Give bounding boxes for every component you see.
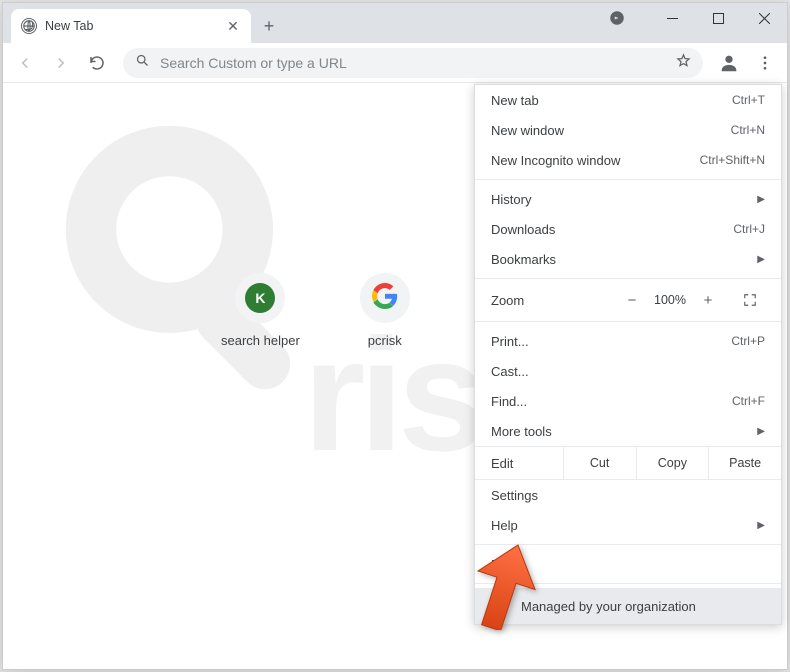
shortcut-icon: K bbox=[235, 273, 285, 323]
new-tab-button[interactable]: + bbox=[255, 12, 283, 40]
forward-button[interactable] bbox=[45, 47, 77, 79]
search-icon bbox=[135, 53, 150, 73]
shortcut-pcrisk[interactable]: pcrisk bbox=[360, 273, 410, 348]
chevron-right-icon: ▶ bbox=[757, 194, 765, 205]
menu-print[interactable]: Print...Ctrl+P bbox=[475, 326, 781, 356]
chevron-right-icon: ▶ bbox=[757, 426, 765, 437]
chrome-menu-button[interactable] bbox=[749, 47, 781, 79]
minimize-button[interactable] bbox=[649, 3, 695, 33]
edit-copy-button[interactable]: Copy bbox=[636, 447, 709, 479]
menu-cast[interactable]: Cast... bbox=[475, 356, 781, 386]
close-tab-button[interactable]: ✕ bbox=[225, 18, 241, 34]
shortcut-label: pcrisk bbox=[368, 333, 402, 348]
menu-zoom: Zoom − 100% + bbox=[475, 283, 781, 317]
ntp-shortcuts: K search helper pcrisk bbox=[221, 273, 410, 348]
zoom-value: 100% bbox=[647, 293, 693, 307]
menu-history[interactable]: History▶ bbox=[475, 184, 781, 214]
menu-downloads[interactable]: DownloadsCtrl+J bbox=[475, 214, 781, 244]
close-window-button[interactable] bbox=[741, 3, 787, 33]
reload-button[interactable] bbox=[81, 47, 113, 79]
omnibox-placeholder: Search Custom or type a URL bbox=[160, 55, 666, 71]
menu-find[interactable]: Find...Ctrl+F bbox=[475, 386, 781, 416]
shortcut-search-helper[interactable]: K search helper bbox=[221, 273, 300, 348]
bookmark-star-icon[interactable] bbox=[676, 53, 691, 73]
chrome-menu: New tabCtrl+T New windowCtrl+N New Incog… bbox=[474, 84, 782, 625]
shortcut-label: search helper bbox=[221, 333, 300, 348]
menu-exit[interactable]: Exit bbox=[475, 549, 781, 579]
zoom-out-button[interactable]: − bbox=[617, 287, 647, 313]
building-icon bbox=[491, 597, 507, 616]
toolbar: Search Custom or type a URL bbox=[3, 43, 787, 83]
managed-label: Managed by your organization bbox=[521, 599, 696, 614]
menu-bookmarks[interactable]: Bookmarks▶ bbox=[475, 244, 781, 274]
browser-tab[interactable]: New Tab ✕ bbox=[11, 9, 251, 43]
media-control-icon[interactable] bbox=[601, 3, 633, 33]
back-button[interactable] bbox=[9, 47, 41, 79]
shortcut-icon bbox=[360, 273, 410, 323]
edit-cut-button[interactable]: Cut bbox=[563, 447, 636, 479]
profile-button[interactable] bbox=[713, 47, 745, 79]
globe-icon bbox=[21, 18, 37, 34]
menu-settings[interactable]: Settings bbox=[475, 480, 781, 510]
menu-new-incognito[interactable]: New Incognito windowCtrl+Shift+N bbox=[475, 145, 781, 175]
menu-help[interactable]: Help▶ bbox=[475, 510, 781, 540]
menu-new-window[interactable]: New windowCtrl+N bbox=[475, 115, 781, 145]
zoom-in-button[interactable]: + bbox=[693, 287, 723, 313]
fullscreen-button[interactable] bbox=[735, 293, 765, 307]
chevron-right-icon: ▶ bbox=[757, 254, 765, 265]
edit-paste-button[interactable]: Paste bbox=[708, 447, 781, 479]
maximize-button[interactable] bbox=[695, 3, 741, 33]
omnibox[interactable]: Search Custom or type a URL bbox=[123, 48, 703, 78]
chevron-right-icon: ▶ bbox=[757, 520, 765, 531]
menu-managed-by-org[interactable]: Managed by your organization bbox=[475, 588, 781, 624]
titlebar: New Tab ✕ + bbox=[3, 3, 787, 43]
window-controls bbox=[601, 3, 787, 43]
menu-more-tools[interactable]: More tools▶ bbox=[475, 416, 781, 446]
tab-title: New Tab bbox=[45, 19, 217, 33]
menu-edit-row: Edit Cut Copy Paste bbox=[475, 446, 781, 480]
menu-new-tab[interactable]: New tabCtrl+T bbox=[475, 85, 781, 115]
